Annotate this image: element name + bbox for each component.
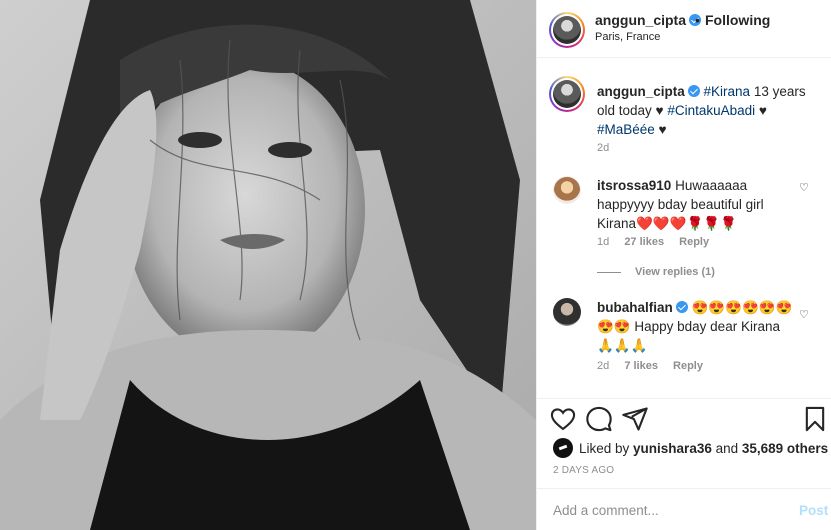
post-side-panel: anggun_cipta • Following Paris, France a… [536, 0, 831, 530]
comment-input[interactable] [553, 499, 783, 521]
comment-reply-button[interactable]: Reply [679, 236, 709, 248]
caption-text: anggun_cipta #Kirana 13 years old today … [597, 84, 806, 137]
comment-text: itsrossa910 Huwaaaaaa happyyyy bday beau… [597, 178, 764, 231]
comment-reply-button[interactable]: Reply [673, 360, 703, 372]
likes-summary: Liked by yunishara36 and 35,689 others [553, 438, 828, 458]
comment-likes[interactable]: 27 likes [624, 236, 664, 248]
post-location[interactable]: Paris, France [595, 31, 660, 43]
comment-meta: 1d 27 likes Reply [597, 236, 721, 248]
commenter-username[interactable]: itsrossa910 [597, 178, 671, 193]
caption-time[interactable]: 2d [597, 142, 609, 154]
portrait-image [0, 0, 536, 530]
view-replies-button[interactable]: View replies (1) [597, 266, 715, 278]
comments-list[interactable]: anggun_cipta #Kirana 13 years old today … [537, 58, 831, 398]
author-avatar[interactable] [549, 12, 585, 48]
verified-icon [675, 301, 688, 313]
liker-avatar[interactable] [553, 438, 573, 458]
hashtag-kirana[interactable]: #Kirana [704, 84, 751, 99]
post-comment-button[interactable]: Post [799, 503, 828, 518]
post-date[interactable]: 2 DAYS AGO [553, 465, 614, 476]
comment-likes[interactable]: 7 likes [624, 360, 658, 372]
save-bookmark-icon[interactable] [801, 405, 829, 433]
hashtag-cintakuabadi[interactable]: #CintakuAbadi [667, 103, 755, 118]
like-heart-icon[interactable] [549, 405, 577, 433]
add-comment-bar: Post [537, 488, 831, 530]
liker-username[interactable]: yunishara36 [633, 441, 712, 456]
commenter-avatar[interactable] [553, 176, 581, 204]
caption-author-avatar[interactable] [549, 76, 585, 112]
share-send-icon[interactable] [621, 405, 649, 433]
post-actions-bar [537, 398, 831, 438]
commenter-avatar[interactable] [553, 298, 581, 326]
separator-dot: • [695, 12, 700, 28]
caption-username[interactable]: anggun_cipta [597, 84, 685, 99]
post-header: anggun_cipta • Following Paris, France [537, 0, 831, 58]
comment-time[interactable]: 1d [597, 236, 609, 248]
comment-text: bubahalfian 😍😍😍😍😍😍😍😍 Happy bday dear Kir… [597, 300, 793, 353]
comment-bubble-icon[interactable] [585, 405, 613, 433]
author-username[interactable]: anggun_cipta [595, 12, 702, 28]
comment-like-icon[interactable]: ♡ [799, 308, 809, 321]
commenter-username[interactable]: bubahalfian [597, 300, 673, 315]
hashtag-mabebee[interactable]: #MaBéée [597, 122, 655, 137]
post-photo[interactable] [0, 0, 536, 530]
comment-like-icon[interactable]: ♡ [799, 181, 809, 194]
comment-meta: 2d 7 likes Reply [597, 360, 715, 372]
comment-time[interactable]: 2d [597, 360, 609, 372]
likes-count-button[interactable]: 35,689 others [742, 441, 828, 456]
following-button[interactable]: Following [705, 12, 770, 28]
verified-icon [687, 85, 700, 97]
